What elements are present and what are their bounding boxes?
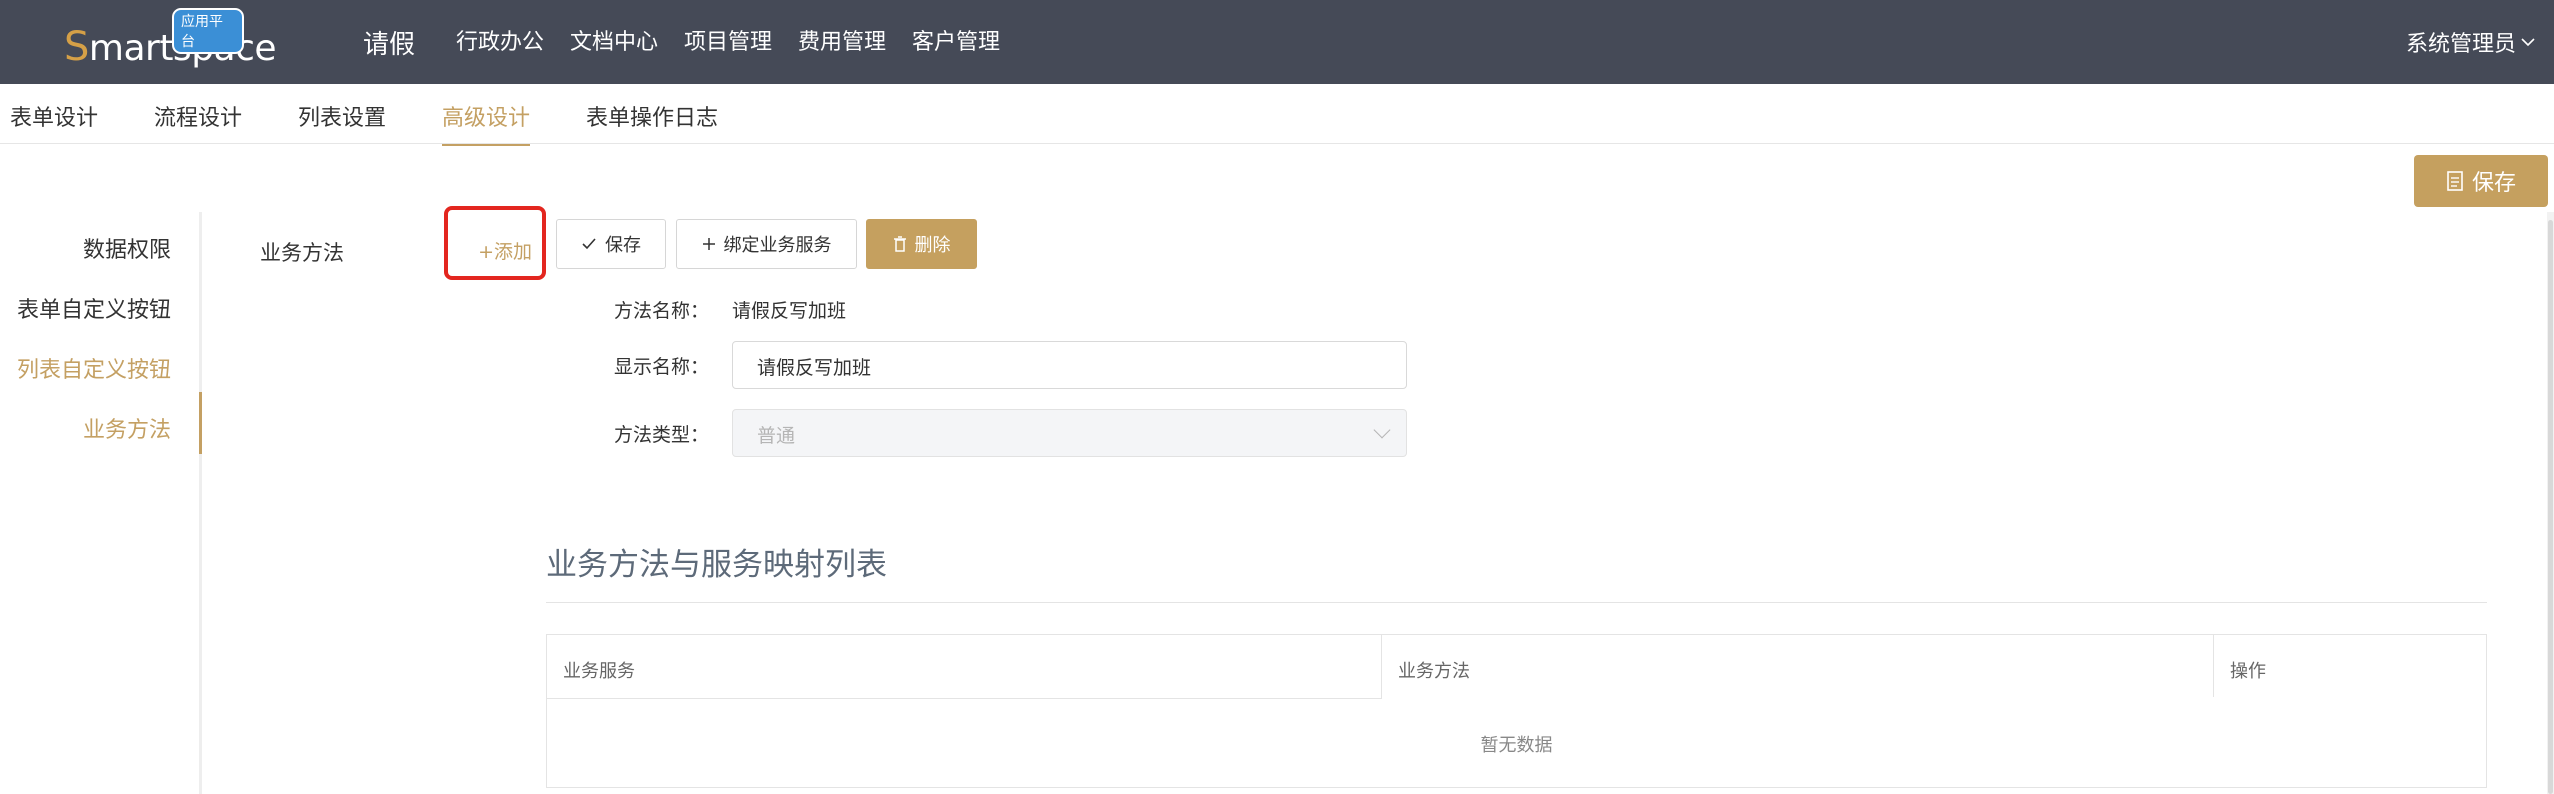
- tab-form-design[interactable]: 表单设计: [10, 100, 98, 144]
- scrollbar-thumb[interactable]: [2548, 220, 2553, 794]
- nav-item-project-management[interactable]: 项目管理: [684, 24, 772, 56]
- save-top-label: 保存: [2471, 171, 2516, 196]
- method-type-label: 方法类型：: [614, 424, 710, 446]
- user-menu[interactable]: 系统管理员: [2406, 26, 2536, 58]
- logo-badge: 应用平台: [172, 8, 244, 54]
- column-header-business-method: 业务方法: [1398, 661, 1470, 682]
- check-icon: [582, 238, 596, 250]
- chevron-down-icon: [2521, 38, 2535, 47]
- tab-flow-design[interactable]: 流程设计: [154, 100, 242, 144]
- business-method-section-label: 业务方法: [260, 241, 344, 265]
- method-name-value: 请假反写加班: [732, 300, 847, 322]
- column-header-business-service: 业务服务: [547, 635, 1382, 699]
- bind-business-service-button[interactable]: 绑定业务服务: [676, 219, 857, 269]
- method-name-label: 方法名称：: [614, 300, 710, 322]
- chevron-down-icon: [1373, 421, 1391, 439]
- side-item-data-permission[interactable]: 数据权限: [83, 232, 171, 264]
- empty-state-text: 暂无数据: [1480, 735, 1553, 756]
- tab-advanced-design[interactable]: 高级设计: [442, 100, 531, 146]
- side-item-list-custom-buttons[interactable]: 列表自定义按钮: [17, 352, 171, 384]
- column-header-actions: 操作: [2213, 635, 2486, 697]
- method-type-select[interactable]: 普通: [732, 409, 1407, 457]
- plus-icon: [702, 238, 715, 250]
- document-icon: [2447, 171, 2463, 191]
- delete-button[interactable]: 删除: [866, 219, 977, 269]
- mapping-list-heading: 业务方法与服务映射列表: [546, 547, 887, 583]
- tab-list-settings[interactable]: 列表设置: [298, 100, 386, 144]
- delete-button-label: 删除: [914, 235, 951, 256]
- side-item-business-methods[interactable]: 业务方法: [83, 412, 171, 444]
- logo-wordmark: Smartspace: [64, 24, 277, 70]
- nav-item-admin-office[interactable]: 行政办公: [456, 24, 544, 56]
- smartspace-logo[interactable]: Smartspace 应用平台: [64, 8, 277, 70]
- trash-icon: [893, 236, 906, 252]
- user-name: 系统管理员: [2405, 32, 2516, 57]
- side-item-form-custom-buttons[interactable]: 表单自定义按钮: [17, 292, 171, 324]
- top-navigation-bar: Smartspace 应用平台 请假 行政办公 文档中心 项目管理 费用管理 客…: [0, 0, 2554, 84]
- save-button[interactable]: 保存: [556, 219, 666, 269]
- app-title: 请假: [363, 30, 416, 60]
- tab-form-operation-log[interactable]: 表单操作日志: [586, 100, 718, 144]
- display-name-label: 显示名称：: [614, 356, 710, 378]
- advanced-side-menu: 数据权限 表单自定义按钮 列表自定义按钮 业务方法: [0, 212, 202, 794]
- designer-tabs: 表单设计 流程设计 列表设置 高级设计 表单操作日志: [0, 84, 2554, 146]
- nav-item-document-center[interactable]: 文档中心: [570, 24, 658, 56]
- add-button[interactable]: +添加: [444, 206, 546, 280]
- nav-item-customer-management[interactable]: 客户管理: [912, 24, 1000, 56]
- nav-item-expense-management[interactable]: 费用管理: [798, 24, 886, 56]
- mapping-table: 业务服务 业务方法 操作 暂无数据: [546, 634, 2487, 788]
- bind-button-label: 绑定业务服务: [723, 235, 832, 256]
- save-button-label: 保存: [605, 235, 641, 256]
- heading-divider: [546, 602, 2487, 603]
- method-type-value: 普通: [757, 425, 796, 447]
- side-active-indicator: [199, 392, 202, 454]
- save-button-top[interactable]: 保存: [2414, 155, 2548, 207]
- display-name-field[interactable]: 请假反写加班: [732, 341, 1407, 389]
